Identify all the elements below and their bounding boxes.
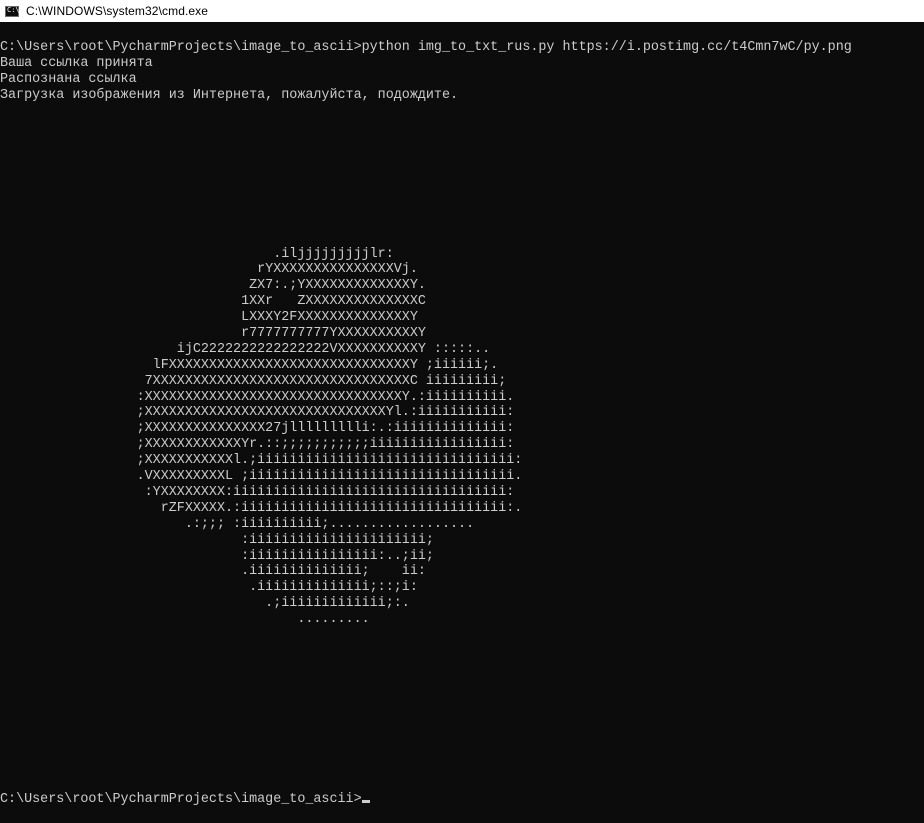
console-output[interactable]: C:\Users\root\PycharmProjects\image_to_a… [0,40,924,823]
console-line: :iiiiiiiiiiiiiiii:..;ii; [0,548,434,564]
console-line: 7XXXXXXXXXXXXXXXXXXXXXXXXXXXXXXXXC iiiii… [0,373,507,389]
console-line: .VXXXXXXXXXL ;iiiiiiiiiiiiiiiiiiiiiiiiii… [0,469,523,485]
console-line: .iiiiiiiiiiiiii; ii: [0,564,426,580]
console-line: rYXXXXXXXXXXXXXXXVj. [0,262,418,278]
console-line: lFXXXXXXXXXXXXXXXXXXXXXXXXXXXXXXY ;iiiii… [0,357,499,373]
console-line: LXXXY2FXXXXXXXXXXXXXXY [0,310,418,326]
console-line: .:;;; :iiiiiiiiii;.................. [0,516,475,532]
console-line: Загрузка изображения из Интернета, пожал… [0,87,459,103]
console-line: :iiiiiiiiiiiiiiiiiiiiii; [0,532,434,548]
cmd-window: C:\ C:\WINDOWS\system32\cmd.exe C:\Users… [0,0,924,823]
window-title: C:\WINDOWS\system32\cmd.exe [26,4,209,18]
command-prompt[interactable]: C:\Users\root\PycharmProjects\image_to_a… [0,792,370,808]
console-line: :YXXXXXXXX:iiiiiiiiiiiiiiiiiiiiiiiiiiiii… [0,484,515,500]
console-line: ......... [0,612,370,628]
cmd-icon-glyph: C:\ [7,5,20,14]
console-line: :XXXXXXXXXXXXXXXXXXXXXXXXXXXXXXXXY.:iiii… [0,389,515,405]
cmd-console-icon[interactable]: C:\ [5,5,20,17]
text-cursor [361,800,370,803]
console-line: ;XXXXXXXXXXXXXXXXXXXXXXXXXXXXXXYl.:iiiii… [0,405,515,421]
console-line: Ваша ссылка принята [0,55,153,71]
console-line: ;XXXXXXXXXXXXYr.::;;;;;;;;;;;iiiiiiiiiii… [0,437,515,453]
console-line: ;XXXXXXXXXXXl.;iiiiiiiiiiiiiiiiiiiiiiiii… [0,453,523,469]
console-line: .iiiiiiiiiiiiii;::;i: [0,580,418,596]
title-bar[interactable]: C:\ C:\WINDOWS\system32\cmd.exe [0,0,924,22]
console-line: .iljjjjjjjjjlr: [0,246,394,262]
console-line: r7777777777YXXXXXXXXXXY [0,326,426,342]
console-line: ijC2222222222222222VXXXXXXXXXXY :::::.. [0,341,491,357]
console-line: 1XXr ZXXXXXXXXXXXXXXC [0,294,426,310]
prompt-text: C:\Users\root\PycharmProjects\image_to_a… [0,792,362,807]
console-line: ZX7:.;YXXXXXXXXXXXXXY. [0,278,426,294]
console-line: ;XXXXXXXXXXXXXXX27jllllllllli:.:iiiiiiii… [0,421,515,437]
console-line: .;iiiiiiiiiiiii;:. [0,596,410,612]
console-line: rZFXXXXX.:iiiiiiiiiiiiiiiiiiiiiiiiiiiiii… [0,500,523,516]
console-line: C:\Users\root\PycharmProjects\image_to_a… [0,40,852,55]
console-line: Распознана ссылка [0,71,137,87]
